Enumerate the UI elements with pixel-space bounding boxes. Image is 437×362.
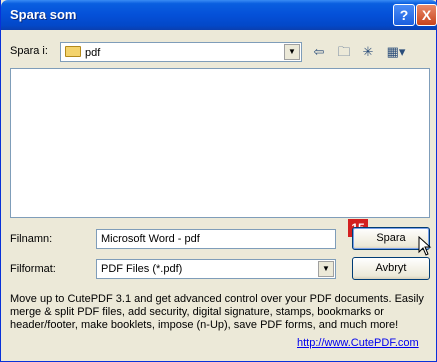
cutepdf-link[interactable]: http://www.CutePDF.com <box>297 337 419 349</box>
up-folder-icon[interactable]: 🗀 <box>334 42 354 62</box>
promo-text: Move up to CutePDF 3.1 and get advanced … <box>10 293 424 331</box>
help-button[interactable]: ? <box>393 4 415 26</box>
back-arrow-icon[interactable]: ⇦ <box>309 42 329 62</box>
chevron-down-icon[interactable]: ▼ <box>318 261 334 277</box>
save-in-value: pdf <box>85 47 101 59</box>
folder-icon <box>65 46 81 57</box>
filename-value: Microsoft Word - pdf <box>101 233 200 245</box>
chevron-down-icon[interactable]: ▼ <box>284 44 300 60</box>
file-list[interactable] <box>10 68 430 218</box>
cancel-button[interactable]: Avbryt <box>352 257 430 280</box>
save-in-combo[interactable]: pdf ▼ <box>60 42 302 62</box>
mouse-cursor-icon <box>418 236 432 256</box>
view-menu-icon[interactable]: ▦▾ <box>382 42 410 62</box>
save-as-dialog: Spara som ? X Spara i: pdf ▼ ⇦ 🗀 ✳ ▦▾ Fi… <box>0 0 437 362</box>
close-button[interactable]: X <box>416 4 437 26</box>
dialog-title: Spara som <box>10 7 77 22</box>
format-combo[interactable]: PDF Files (*.pdf) ▼ <box>96 259 336 279</box>
new-folder-icon[interactable]: ✳ <box>358 42 378 62</box>
format-value: PDF Files (*.pdf) <box>101 263 183 275</box>
filename-label: Filnamn: <box>10 233 53 245</box>
format-label: Filformat: <box>10 263 56 275</box>
save-in-label: Spara i: <box>10 45 48 57</box>
filename-input[interactable]: Microsoft Word - pdf <box>96 229 336 249</box>
title-bar[interactable]: Spara som ? X <box>1 0 437 30</box>
